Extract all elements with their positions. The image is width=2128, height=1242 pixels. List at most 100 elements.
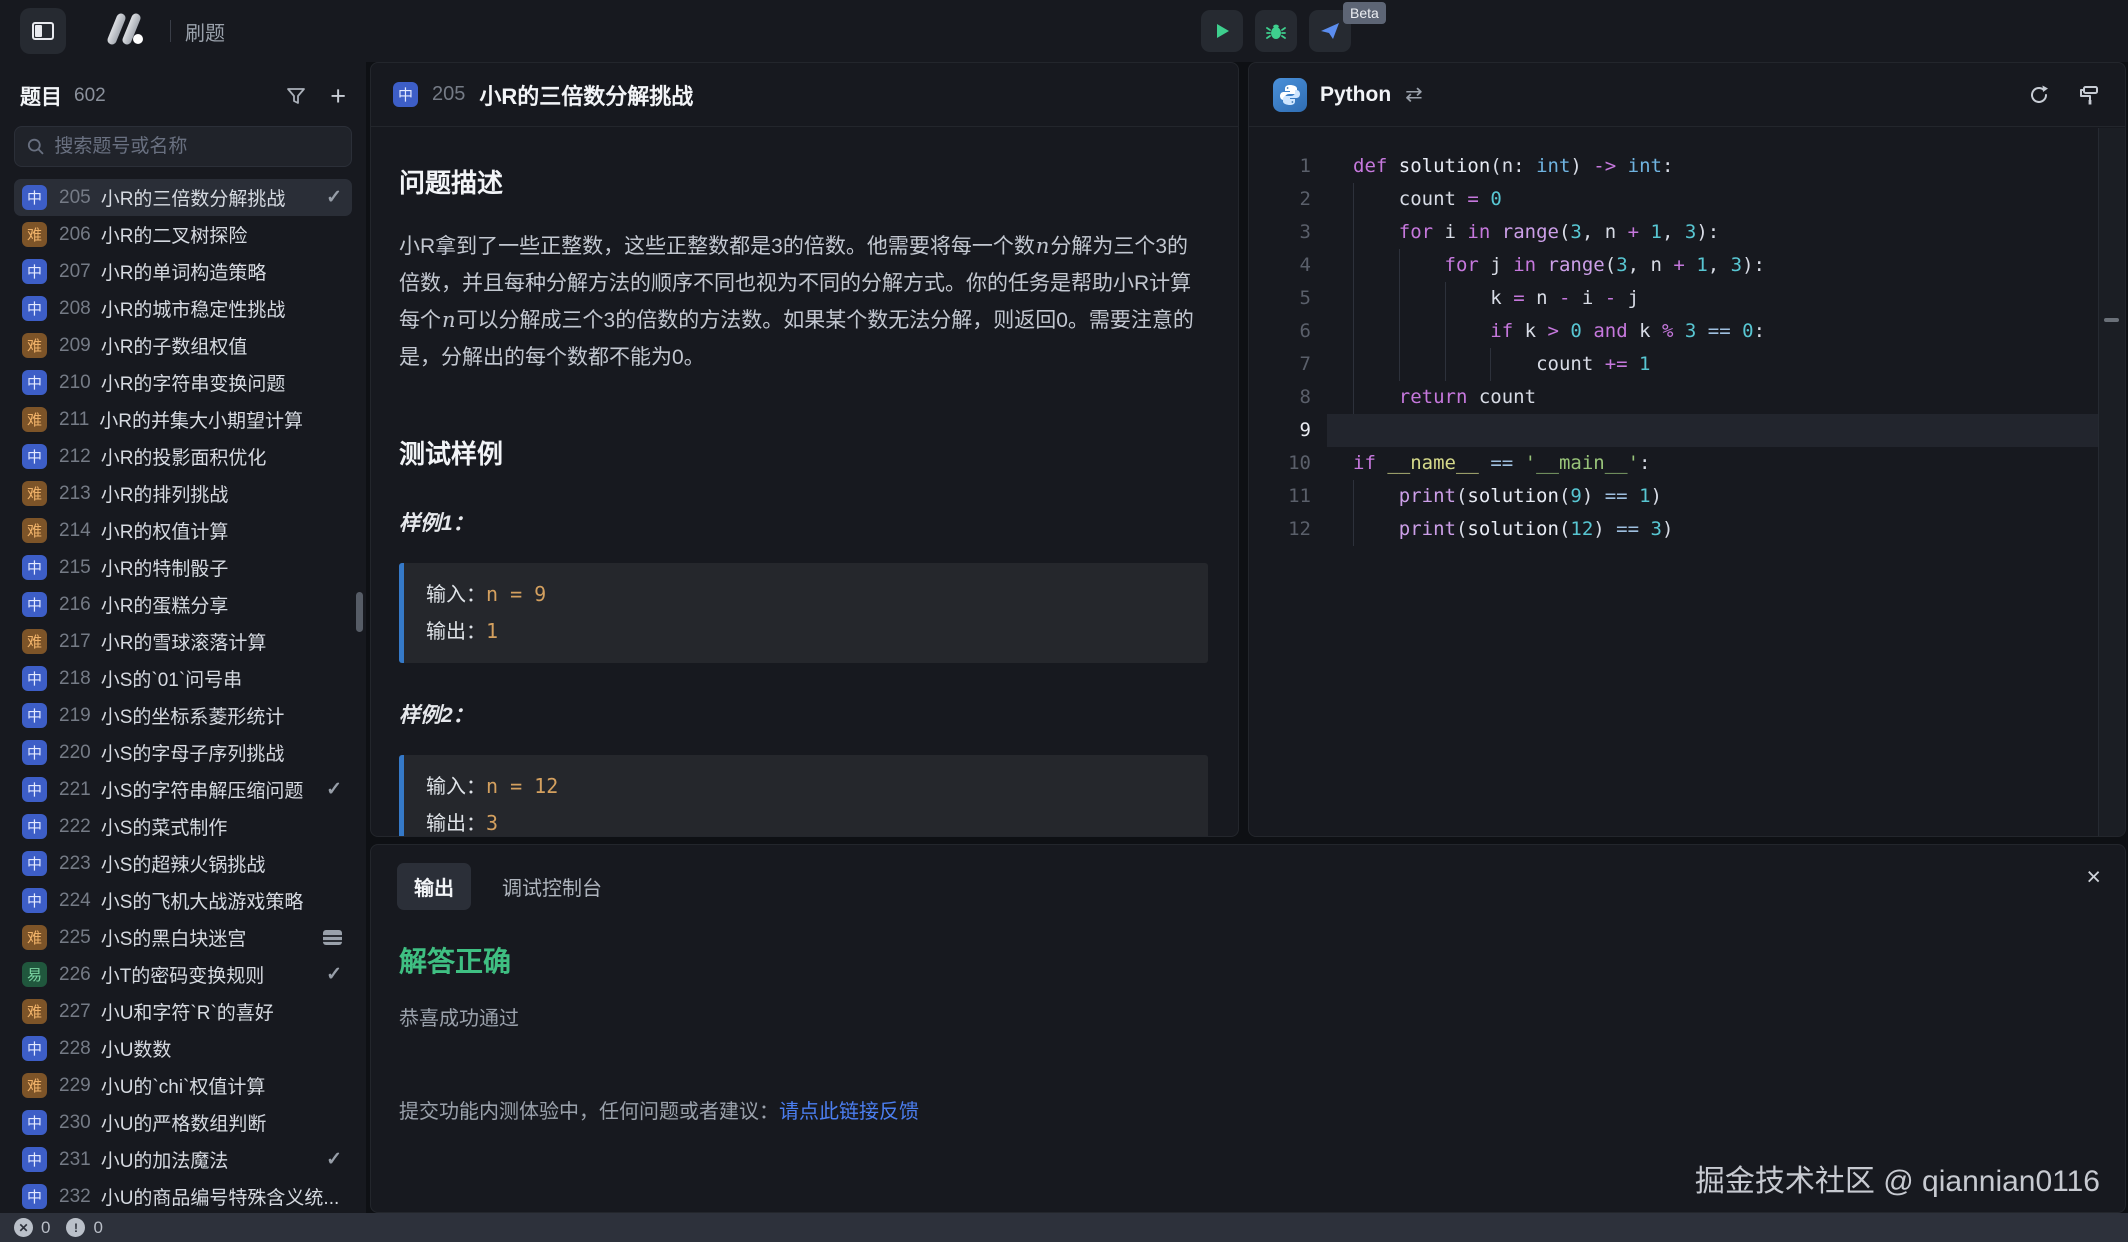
problem-list-item[interactable]: 难211小R的并集大小期望计算 (14, 401, 352, 438)
problem-title: 小S的飞机大战游戏策略 (101, 887, 342, 914)
line-number: 1 (1249, 150, 1327, 183)
problem-list-item[interactable]: 中228小U数数 (14, 1030, 352, 1067)
difficulty-badge: 难 (22, 999, 47, 1024)
code-line: for j in range(3, n + 1, 3): (1327, 249, 2098, 282)
problem-list-item[interactable]: 难206小R的二叉树探险 (14, 216, 352, 253)
warnings-icon[interactable]: ! (66, 1218, 85, 1237)
problem-number: 210 (59, 372, 91, 394)
close-icon[interactable]: × (2086, 865, 2101, 890)
app-logo (102, 10, 152, 53)
problem-list-item[interactable]: 难217小R的雪球滚落计算 (14, 623, 352, 660)
difficulty-badge: 中 (22, 703, 47, 728)
submit-button[interactable]: Beta (1309, 10, 1351, 52)
examples-heading: 测试样例 (399, 434, 1208, 471)
problem-list-item[interactable]: 中205小R的三倍数分解挑战✓ (14, 179, 352, 216)
watermark: 掘金技术社区 @ qiannian0116 (1695, 1156, 2100, 1200)
code-line: count += 1 (1327, 348, 2098, 381)
tab-output[interactable]: 输出 (397, 863, 471, 910)
problem-number: 208 (59, 298, 91, 320)
problem-number: 220 (59, 742, 91, 764)
problem-sidebar: 题目 602 + 中205小R的三倍数分解挑战✓难206小R的二叉树探险中207… (0, 62, 366, 1213)
problem-list-item[interactable]: 易226小T的密码变换规则✓ (14, 956, 352, 993)
search-icon (27, 137, 44, 156)
reset-code-icon[interactable] (2027, 83, 2051, 107)
problem-title: 小S的坐标系菱形统计 (101, 702, 342, 729)
code-area[interactable]: 123456789101112 def solution(n: int) -> … (1249, 128, 2098, 836)
input-value: n = 12 (486, 774, 558, 798)
problem-list-item[interactable]: 难214小R的权值计算 (14, 512, 352, 549)
problem-list-item[interactable]: 难225小S的黑白块迷宫 (14, 919, 352, 956)
problem-title: 小R的蛋糕分享 (101, 591, 342, 618)
python-icon (1273, 78, 1307, 112)
problem-list-item[interactable]: 中210小R的字符串变换问题 (14, 364, 352, 401)
problem-number: 215 (59, 557, 91, 579)
problem-list-item[interactable]: 难229小U的`chi`权值计算 (14, 1067, 352, 1104)
problem-title: 小S的菜式制作 (101, 813, 342, 840)
add-icon[interactable]: + (330, 83, 346, 110)
feedback-link[interactable]: 请点此链接反馈 (779, 1101, 919, 1123)
problem-list-item[interactable]: 难209小R的子数组权值 (14, 327, 352, 364)
problem-list-item[interactable]: 中207小R的单词构造策略 (14, 253, 352, 290)
difficulty-badge: 中 (22, 740, 47, 765)
problem-list-item[interactable]: 中222小S的菜式制作 (14, 808, 352, 845)
errors-icon[interactable]: ✕ (14, 1218, 33, 1237)
problem-number: 229 (59, 1075, 91, 1097)
problem-list-item[interactable]: 难213小R的排列挑战 (14, 475, 352, 512)
difficulty-badge: 难 (22, 629, 47, 654)
search-input[interactable] (54, 136, 339, 158)
switch-language-icon[interactable]: ⇄ (1405, 82, 1423, 107)
problem-list-item[interactable]: 中224小S的飞机大战游戏策略 (14, 882, 352, 919)
problem-title: 小U的严格数组判断 (101, 1109, 342, 1136)
problem-number: 223 (59, 853, 91, 875)
problem-list-item[interactable]: 中232小U的商品编号特殊含义统... (14, 1178, 352, 1213)
problem-list-item[interactable]: 中231小U的加法魔法✓ (14, 1141, 352, 1178)
problem-list-item[interactable]: 中221小S的字符串解压缩问题✓ (14, 771, 352, 808)
debug-button[interactable] (1255, 10, 1297, 52)
problem-list-item[interactable]: 中212小R的投影面积优化 (14, 438, 352, 475)
problem-list-item[interactable]: 中223小S的超辣火锅挑战 (14, 845, 352, 882)
problem-list-item[interactable]: 中218小S的`01`问号串 (14, 660, 352, 697)
sidebar-panel-icon (32, 22, 54, 40)
problem-list-item[interactable]: 中215小R的特制骰子 (14, 549, 352, 586)
check-icon: ✓ (326, 778, 342, 801)
problem-title: 小R的投影面积优化 (101, 443, 342, 470)
code-line: def solution(n: int) -> int: (1327, 150, 2098, 183)
difficulty-badge: 难 (22, 481, 47, 506)
problem-number: 214 (59, 520, 91, 542)
problem-title: 小S的`01`问号串 (101, 665, 342, 692)
difficulty-badge: 中 (22, 1036, 47, 1061)
toggle-sidebar-button[interactable] (20, 8, 66, 54)
problem-list-item[interactable]: 中219小S的坐标系菱形统计 (14, 697, 352, 734)
line-number: 2 (1249, 183, 1327, 216)
problem-list-item[interactable]: 难227小U和字符`R`的喜好 (14, 993, 352, 1030)
problem-title: 小T的密码变换规则 (101, 961, 318, 988)
problem-number: 230 (59, 1112, 91, 1134)
problem-list-item[interactable]: 中216小R的蛋糕分享 (14, 586, 352, 623)
difficulty-badge: 中 (22, 555, 47, 580)
problem-list-item[interactable]: 中230小U的严格数组判断 (14, 1104, 352, 1141)
sidebar-title: 题目 (20, 81, 62, 111)
sidebar-scrollbar[interactable] (356, 592, 363, 632)
code-editor-panel: Python ⇄ 1234 (1248, 62, 2126, 837)
difficulty-badge: 易 (22, 962, 47, 987)
input-label: 输入： (426, 584, 486, 606)
run-button[interactable] (1201, 10, 1243, 52)
difficulty-badge: 难 (22, 1073, 47, 1098)
difficulty-badge: 中 (22, 1184, 47, 1209)
output-value: 3 (486, 811, 498, 835)
problem-number: 209 (59, 335, 91, 357)
example-block: 输入：n = 12 输出：3 (399, 755, 1208, 837)
example-block: 输入：n = 9 输出：1 (399, 563, 1208, 663)
filter-icon[interactable] (286, 86, 306, 106)
status-bar: ✕ 0 ! 0 (0, 1213, 2128, 1242)
tab-debug-console[interactable]: 调试控制台 (485, 863, 619, 910)
problem-list-item[interactable]: 中208小R的城市稳定性挑战 (14, 290, 352, 327)
editor-scrollbar[interactable] (2098, 128, 2125, 836)
search-box[interactable] (14, 126, 352, 167)
difficulty-badge: 中 (22, 1147, 47, 1172)
difficulty-badge: 难 (22, 333, 47, 358)
problem-list-item[interactable]: 中220小S的字母子序列挑战 (14, 734, 352, 771)
format-code-icon[interactable] (2077, 83, 2101, 107)
problem-number: 231 (59, 1149, 91, 1171)
check-icon: ✓ (326, 1148, 342, 1171)
